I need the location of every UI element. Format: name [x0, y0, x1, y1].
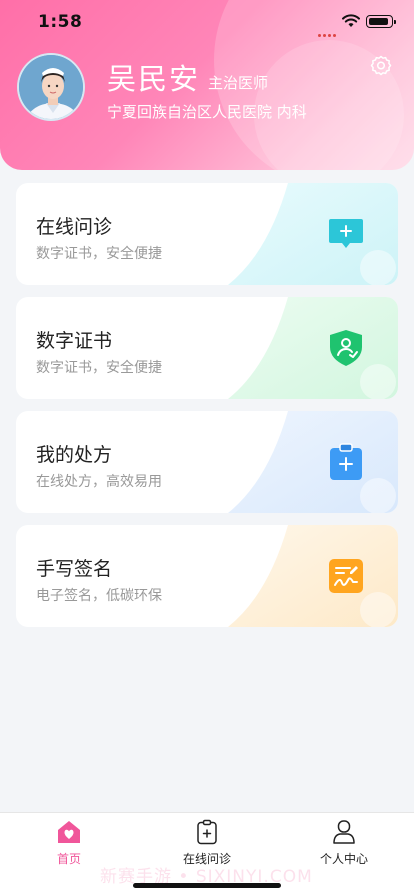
tab-home[interactable]: 首页 [19, 819, 119, 867]
card-online-consultation[interactable]: 在线问诊 数字证书，安全便捷 [16, 183, 398, 285]
chat-plus-icon [329, 219, 363, 248]
signature-icon [329, 559, 363, 593]
card-subtitle: 数字证书，安全便捷 [36, 246, 162, 262]
status-bar: 1:58 [0, 0, 414, 44]
card-title: 数字证书 [36, 330, 113, 352]
card-subtitle: 电子签名，低碳环保 [36, 588, 162, 604]
signal-icon [318, 22, 340, 37]
tab-profile[interactable]: 个人中心 [294, 819, 394, 867]
doctor-hospital: 宁夏回族自治区人民医院 内科 [107, 103, 307, 121]
card-title: 在线问诊 [36, 216, 113, 238]
card-my-prescriptions[interactable]: 我的处方 在线处方，高效易用 [16, 411, 398, 513]
card-title: 手写签名 [36, 558, 113, 580]
shield-user-icon [330, 330, 362, 366]
doctor-name: 吴民安 [107, 62, 201, 96]
wifi-icon [342, 14, 360, 27]
person-icon [333, 820, 355, 844]
home-icon [58, 821, 80, 843]
profile-header: 1:58 吴民安 主治医师 宁夏回族自治区人民医院 内科 [0, 0, 414, 170]
clipboard-plus-icon [197, 819, 217, 845]
card-subtitle: 数字证书，安全便捷 [36, 360, 162, 376]
clipboard-plus-icon [330, 443, 362, 480]
card-digital-certificate[interactable]: 数字证书 数字证书，安全便捷 [16, 297, 398, 399]
tab-online-consultation[interactable]: 在线问诊 [157, 819, 257, 867]
avatar[interactable] [17, 53, 85, 121]
card-title: 我的处方 [36, 444, 113, 466]
card-subtitle: 在线处方，高效易用 [36, 474, 162, 490]
home-indicator[interactable] [133, 883, 281, 888]
settings-icon[interactable] [369, 54, 393, 78]
status-time: 1:58 [38, 12, 83, 32]
battery-icon [366, 15, 396, 28]
doctor-title: 主治医师 [208, 74, 269, 92]
card-handwritten-signature[interactable]: 手写签名 电子签名，低碳环保 [16, 525, 398, 627]
